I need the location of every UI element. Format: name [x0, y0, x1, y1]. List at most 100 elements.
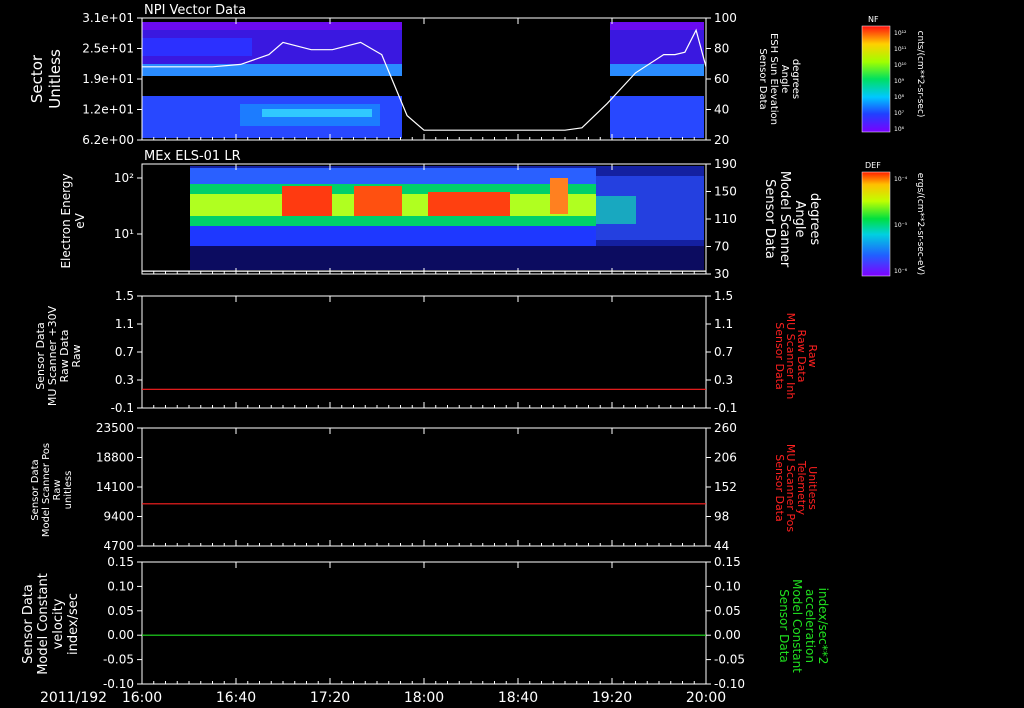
els-band-hot-4 — [550, 178, 568, 214]
y-tick-label: 0.7 — [115, 345, 134, 359]
time-tick-label: 20:00 — [686, 690, 726, 706]
npi-colorbar-units: cnts/(cm**2-sr-sec) — [915, 31, 925, 118]
colorbar-tick-label: 10⁸ — [894, 94, 905, 101]
panel-model-constant: 0.150.100.050.00-0.05-0.10 0.150.100.050… — [21, 555, 830, 691]
y-tick-label: -0.10 — [103, 677, 134, 691]
colorbar-tick-label: 10⁻⁴ — [894, 176, 908, 183]
model-constant-y-axis-right: 0.15 0.10 0.05 0.00 -0.05 -0.10 — [706, 555, 745, 691]
time-tick-label: 16:40 — [216, 690, 256, 706]
mu-raw-ylabel: Sensor Data MU Scanner +30V Raw Data Raw — [34, 305, 83, 406]
mu-raw-y-axis-right: 1.5 1.1 0.7 0.3 -0.1 — [706, 289, 737, 415]
y-tick-label: 2.5e+01 — [82, 42, 134, 56]
npi-y-axis: 3.1e+01 2.5e+01 1.9e+01 1.2e+01 6.2e+00 — [82, 11, 142, 147]
npi-band-mid-right — [610, 64, 704, 76]
y-tick-label-right: 206 — [714, 451, 737, 465]
y-tick-label-right: 190 — [714, 157, 737, 171]
npi-heatmap — [142, 22, 704, 138]
y-tick-label-right: -0.10 — [714, 677, 745, 691]
els-colorbar-bar — [861, 171, 891, 277]
y-tick-label-right: -0.1 — [714, 401, 737, 415]
npi-colorbar-label: NF — [868, 15, 879, 24]
scanner-pos-y-axis-right: 260 206 152 98 44 — [706, 421, 737, 553]
y-tick-label: -0.05 — [103, 653, 134, 667]
els-colorbar-ticks: 10⁻⁴ 10⁻⁵ 10⁻⁶ — [894, 176, 908, 275]
els-title: MEx ELS-01 LR — [144, 149, 241, 164]
npi-y-axis-right: 100 80 60 40 20 — [706, 11, 737, 147]
els-band-hot-2 — [354, 186, 402, 216]
y-axis-title-line: Sensor Data — [762, 179, 777, 259]
time-tick-label: 18:00 — [404, 690, 444, 706]
els-gap-left — [142, 164, 190, 274]
els-band-lower-left — [190, 226, 596, 246]
els-colorbar-label: DEF — [865, 161, 881, 170]
npi-title: NPI Vector Data — [144, 3, 246, 18]
y-tick-label-right: 100 — [714, 11, 737, 25]
y-axis-title-line: Raw — [70, 344, 83, 367]
y-tick-label: 6.2e+00 — [82, 133, 134, 147]
els-colorbar: DEF 10⁻⁴ 10⁻⁵ 10⁻⁶ ergs/(cm**2-sr-sec-eV) — [861, 161, 925, 277]
y-tick-label: 3.1e+01 — [82, 11, 134, 25]
model-constant-frame — [141, 561, 707, 685]
y-axis-title-line: Raw — [52, 479, 63, 500]
y-tick-label-right: 0.05 — [714, 604, 741, 618]
y-tick-label-right: 1.1 — [714, 317, 733, 331]
colorbar-tick-label: 10⁻⁶ — [894, 268, 908, 275]
y-tick-label: 10² — [114, 171, 134, 185]
colorbar-tick-label: 10⁻⁵ — [894, 222, 908, 229]
y-axis-title-line: Model Scanner Pos — [41, 443, 52, 537]
y-axis-title-line: Raw — [806, 344, 819, 367]
y-tick-label-right: 70 — [714, 240, 729, 254]
els-band-bottom — [190, 246, 704, 270]
els-ylabel-right: Sensor Data Model Scanner Angle degrees — [762, 171, 822, 268]
y-axis-title-line: Unitless — [806, 466, 819, 510]
els-y-axis: 10² 10¹ — [114, 171, 142, 241]
y-tick-label-right: 152 — [714, 480, 737, 494]
y-tick-label: 10¹ — [114, 227, 134, 241]
scanner-pos-frame — [141, 427, 707, 547]
y-tick-label: 1.2e+01 — [82, 103, 134, 117]
y-axis-title-line: Sensor Data — [21, 584, 36, 664]
els-band-hot-1 — [282, 186, 332, 216]
colorbar-tick-label: 10¹¹ — [894, 46, 907, 53]
y-tick-label: 1.1 — [115, 317, 134, 331]
y-tick-label-right: 40 — [714, 103, 729, 117]
scanner-pos-ylabel: Sensor Data Model Scanner Pos Raw unitless — [30, 443, 74, 537]
panel-els: MEx ELS-01 LR 10² 10¹ 190 150 110 70 30 Elect… — [59, 149, 925, 281]
y-tick-label-right: 44 — [714, 539, 729, 553]
els-band-hot-3 — [428, 192, 510, 216]
y-axis-title-line: Angle — [792, 201, 807, 238]
npi-band-low-right — [610, 96, 704, 138]
y-tick-label: 0.00 — [107, 628, 134, 642]
y-tick-label-right: 0.3 — [714, 373, 733, 387]
y-axis-title-line: Model Constant — [790, 579, 804, 673]
panel-mu-scanner-raw: 1.5 1.1 0.7 0.3 -0.1 1.5 1.1 0.7 0.3 -0.1 Sensor… — [34, 289, 819, 415]
els-band-right-green — [596, 196, 636, 224]
panel-scanner-pos: 23500 18800 14100 9400 4700 260 206 152 98 44 Se… — [30, 421, 819, 553]
y-axis-title-line: degrees — [807, 193, 822, 246]
scanner-pos-y-axis: 23500 18800 14100 9400 4700 — [96, 421, 142, 553]
time-tick-label: 16:00 — [122, 690, 162, 706]
npi-band-mid-left — [142, 64, 402, 76]
y-tick-label: 4700 — [103, 539, 134, 553]
npi-band-gap-left — [142, 76, 402, 96]
els-ylabel-0: Electron Energy — [59, 173, 73, 268]
y-tick-label-right: 0.15 — [714, 555, 741, 569]
y-axis-title-line: unitless — [63, 471, 74, 510]
npi-band-high-left-2 — [142, 38, 252, 56]
y-axis-title-line: index/sec — [66, 593, 81, 655]
npi-ylabel-1: Unitless — [46, 49, 64, 109]
y-tick-label: -0.1 — [111, 401, 134, 415]
mu-raw-frame — [141, 295, 707, 409]
scanner-pos-ylabel-right: Sensor DataMU Scanner PosTelemetryUnitle… — [773, 444, 819, 533]
y-tick-label-right: -0.05 — [714, 653, 745, 667]
colorbar-tick-label: 10⁹ — [894, 78, 905, 85]
y-tick-label: 18800 — [96, 451, 134, 465]
y-axis-title-line: velocity — [51, 598, 66, 649]
y-tick-label: 9400 — [103, 510, 134, 524]
y-tick-label-right: 110 — [714, 212, 737, 226]
model-constant-ylabel-right: Sensor Data Model Constant acceleration ind… — [777, 579, 830, 673]
npi-colorbar-ticks: 10¹² 10¹¹ 10¹⁰ 10⁹ 10⁸ 10⁷ 10⁶ — [894, 30, 907, 133]
time-tick-label: 19:20 — [592, 690, 632, 706]
model-constant-y-axis: 0.15 0.10 0.05 0.00 -0.05 -0.10 — [103, 555, 142, 691]
panel-npi: NPI Vector Data 3.1e+01 2.5e+01 1.9e+01 1.2… — [28, 3, 925, 147]
